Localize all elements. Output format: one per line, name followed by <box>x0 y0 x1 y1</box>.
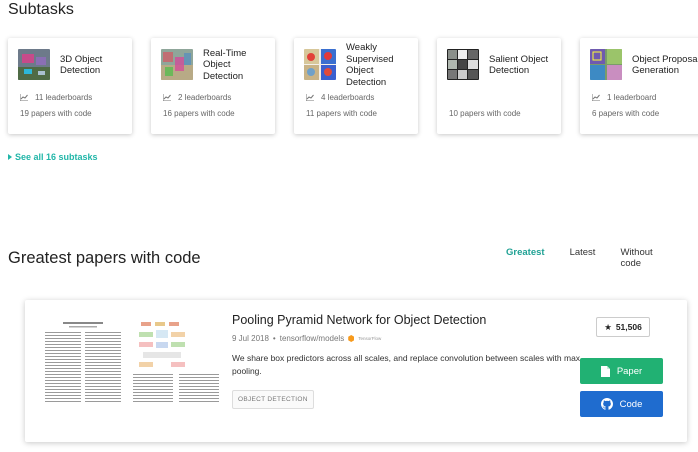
leaderboards-label: 2 leaderboards <box>178 93 232 102</box>
code-button-label: Code <box>619 398 643 410</box>
subtask-card-real-time-object-detection[interactable]: Real-Time Object Detection 2 leaderboard… <box>151 38 275 134</box>
chart-line-icon <box>306 94 314 101</box>
see-all-label: See all 16 subtasks <box>15 152 98 162</box>
subtask-thumbnail <box>304 49 336 80</box>
chart-line-icon <box>592 94 600 101</box>
tab-without-code[interactable]: Without code <box>620 247 673 269</box>
subtask-card-3d-object-detection[interactable]: 3D Object Detection 11 leaderboards 19 p… <box>8 38 132 134</box>
paper-abstract: We share box predictors across all scale… <box>232 353 581 376</box>
papers-count: 19 papers with code <box>20 109 92 118</box>
chart-line-icon <box>20 94 28 101</box>
subtask-thumbnail <box>18 49 50 80</box>
papers-count: 6 papers with code <box>592 109 660 118</box>
subtask-name: Salient Object Detection <box>489 53 549 77</box>
paper-title-link[interactable]: Pooling Pyramid Network for Object Detec… <box>232 313 486 327</box>
paper-sort-tabs: Greatest Latest Without code <box>506 247 698 269</box>
stars-count: 51,506 <box>615 322 642 332</box>
papers-count: 10 papers with code <box>449 109 521 118</box>
leaderboards-count: 2 leaderboards <box>163 93 231 102</box>
tab-greatest[interactable]: Greatest <box>506 247 545 269</box>
task-tag[interactable]: OBJECT DETECTION <box>232 390 314 409</box>
paper-preview-image[interactable] <box>43 318 223 410</box>
subtask-name: Real-Time Object Detection <box>203 47 247 82</box>
subtask-name: 3D Object Detection <box>60 53 103 77</box>
leaderboards-label: 1 leaderboard <box>607 93 657 102</box>
paper-button-label: Paper <box>616 365 643 377</box>
greatest-papers-title: Greatest papers with code <box>8 249 201 267</box>
subtask-thumbnail <box>590 49 622 80</box>
leaderboards-count: 1 leaderboard <box>592 93 656 102</box>
paper-button[interactable]: Paper <box>580 358 663 384</box>
code-button[interactable]: Code <box>580 391 663 417</box>
tab-latest[interactable]: Latest <box>570 247 596 269</box>
subtask-card-weakly-supervised-object-detection[interactable]: Weakly Supervised Object Detection 4 lea… <box>294 38 418 134</box>
paper-card: Pooling Pyramid Network for Object Detec… <box>25 300 687 442</box>
subtask-card-salient-object-detection[interactable]: Salient Object Detection 10 papers with … <box>437 38 561 134</box>
paper-date: 9 Jul 2018 <box>232 334 269 343</box>
chart-line-icon <box>163 94 171 101</box>
subtask-cards: 3D Object Detection 11 leaderboards 19 p… <box>8 38 698 134</box>
meta-separator: • <box>272 334 276 343</box>
subtask-thumbnail <box>447 49 479 80</box>
tensorflow-icon <box>348 335 355 342</box>
leaderboards-count: 11 leaderboards <box>20 93 92 102</box>
star-icon: ★ <box>604 321 612 332</box>
see-all-subtasks-link[interactable]: See all 16 subtasks <box>8 152 98 162</box>
github-icon <box>600 398 613 410</box>
subtask-card-object-proposal-generation[interactable]: Object Proposal Generation 1 leaderboard… <box>580 38 698 134</box>
leaderboards-label: 4 leaderboards <box>321 93 375 102</box>
paper-meta: 9 Jul 2018 • tensorflow/models TensorFlo… <box>232 334 381 343</box>
subtask-name: Object Proposal Generation <box>632 53 698 77</box>
document-icon <box>600 365 610 377</box>
papers-count: 16 papers with code <box>163 109 235 118</box>
leaderboards-label: 11 leaderboards <box>35 93 93 102</box>
leaderboards-count: 4 leaderboards <box>306 93 374 102</box>
framework-label: TensorFlow <box>358 336 382 341</box>
github-stars-badge: ★ 51,506 <box>596 317 650 337</box>
repo-link[interactable]: tensorflow/models <box>280 334 344 343</box>
subtasks-title: Subtasks <box>8 1 74 18</box>
subtask-name: Weakly Supervised Object Detection <box>346 42 394 88</box>
caret-right-icon <box>8 154 12 160</box>
subtask-thumbnail <box>161 49 193 80</box>
papers-count: 11 papers with code <box>306 109 378 118</box>
